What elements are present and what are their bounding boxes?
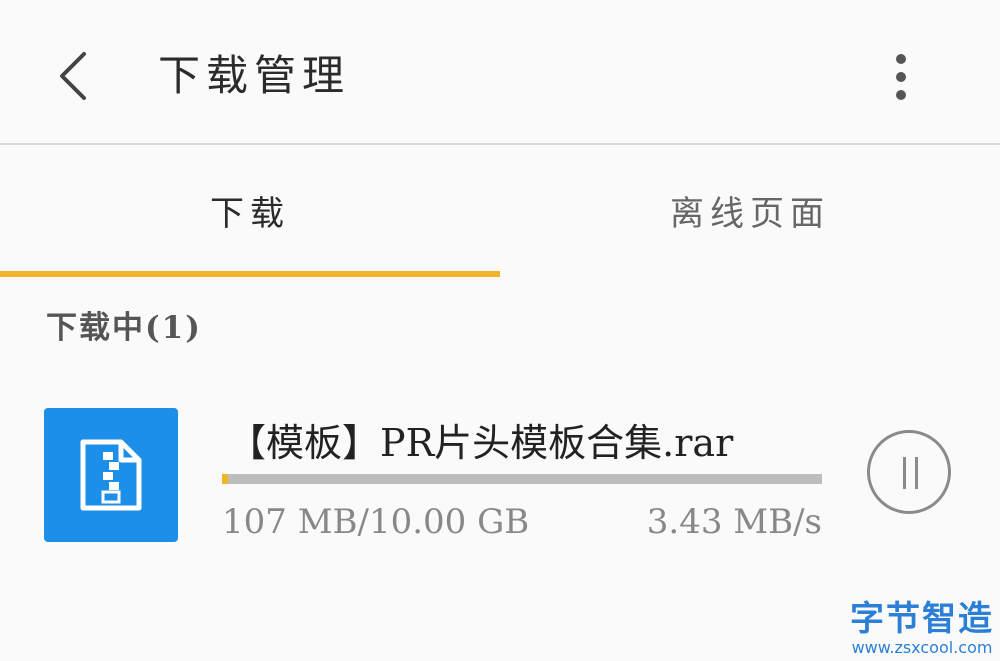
chevron-left-icon	[60, 52, 86, 100]
watermark-url: www.zsxcool.com	[851, 638, 993, 657]
download-progress-fill	[222, 474, 229, 484]
zip-file-icon	[80, 439, 142, 511]
more-options-button[interactable]	[880, 44, 924, 110]
download-speed: 3.43 MB/s	[646, 502, 822, 542]
page-title: 下载管理	[158, 51, 351, 100]
pause-button[interactable]	[867, 430, 951, 514]
back-button[interactable]	[40, 40, 110, 110]
section-title-downloading: 下载中(1)	[46, 310, 202, 346]
download-item[interactable]: 【模板】PR片头模板合集.rar 107 MB/10.00 GB 3.43 MB…	[0, 380, 1000, 580]
pause-icon	[903, 457, 906, 489]
app-header: 下载管理	[0, 0, 1000, 145]
download-size: 107 MB/10.00 GB	[222, 502, 530, 542]
watermark-title: 字节智造	[850, 599, 994, 639]
active-tab-indicator	[0, 271, 500, 277]
download-progress-bar	[222, 474, 822, 484]
tab-offline-pages[interactable]: 离线页面	[500, 145, 1000, 275]
tab-bar: 下载 离线页面	[0, 145, 1000, 280]
file-icon-tile	[44, 408, 178, 542]
tab-downloads[interactable]: 下载	[0, 145, 500, 275]
watermark: 字节智造 www.zsxcool.com	[850, 599, 994, 657]
more-vertical-icon	[896, 54, 906, 64]
file-name: 【模板】PR片头模板合集.rar	[228, 421, 734, 465]
